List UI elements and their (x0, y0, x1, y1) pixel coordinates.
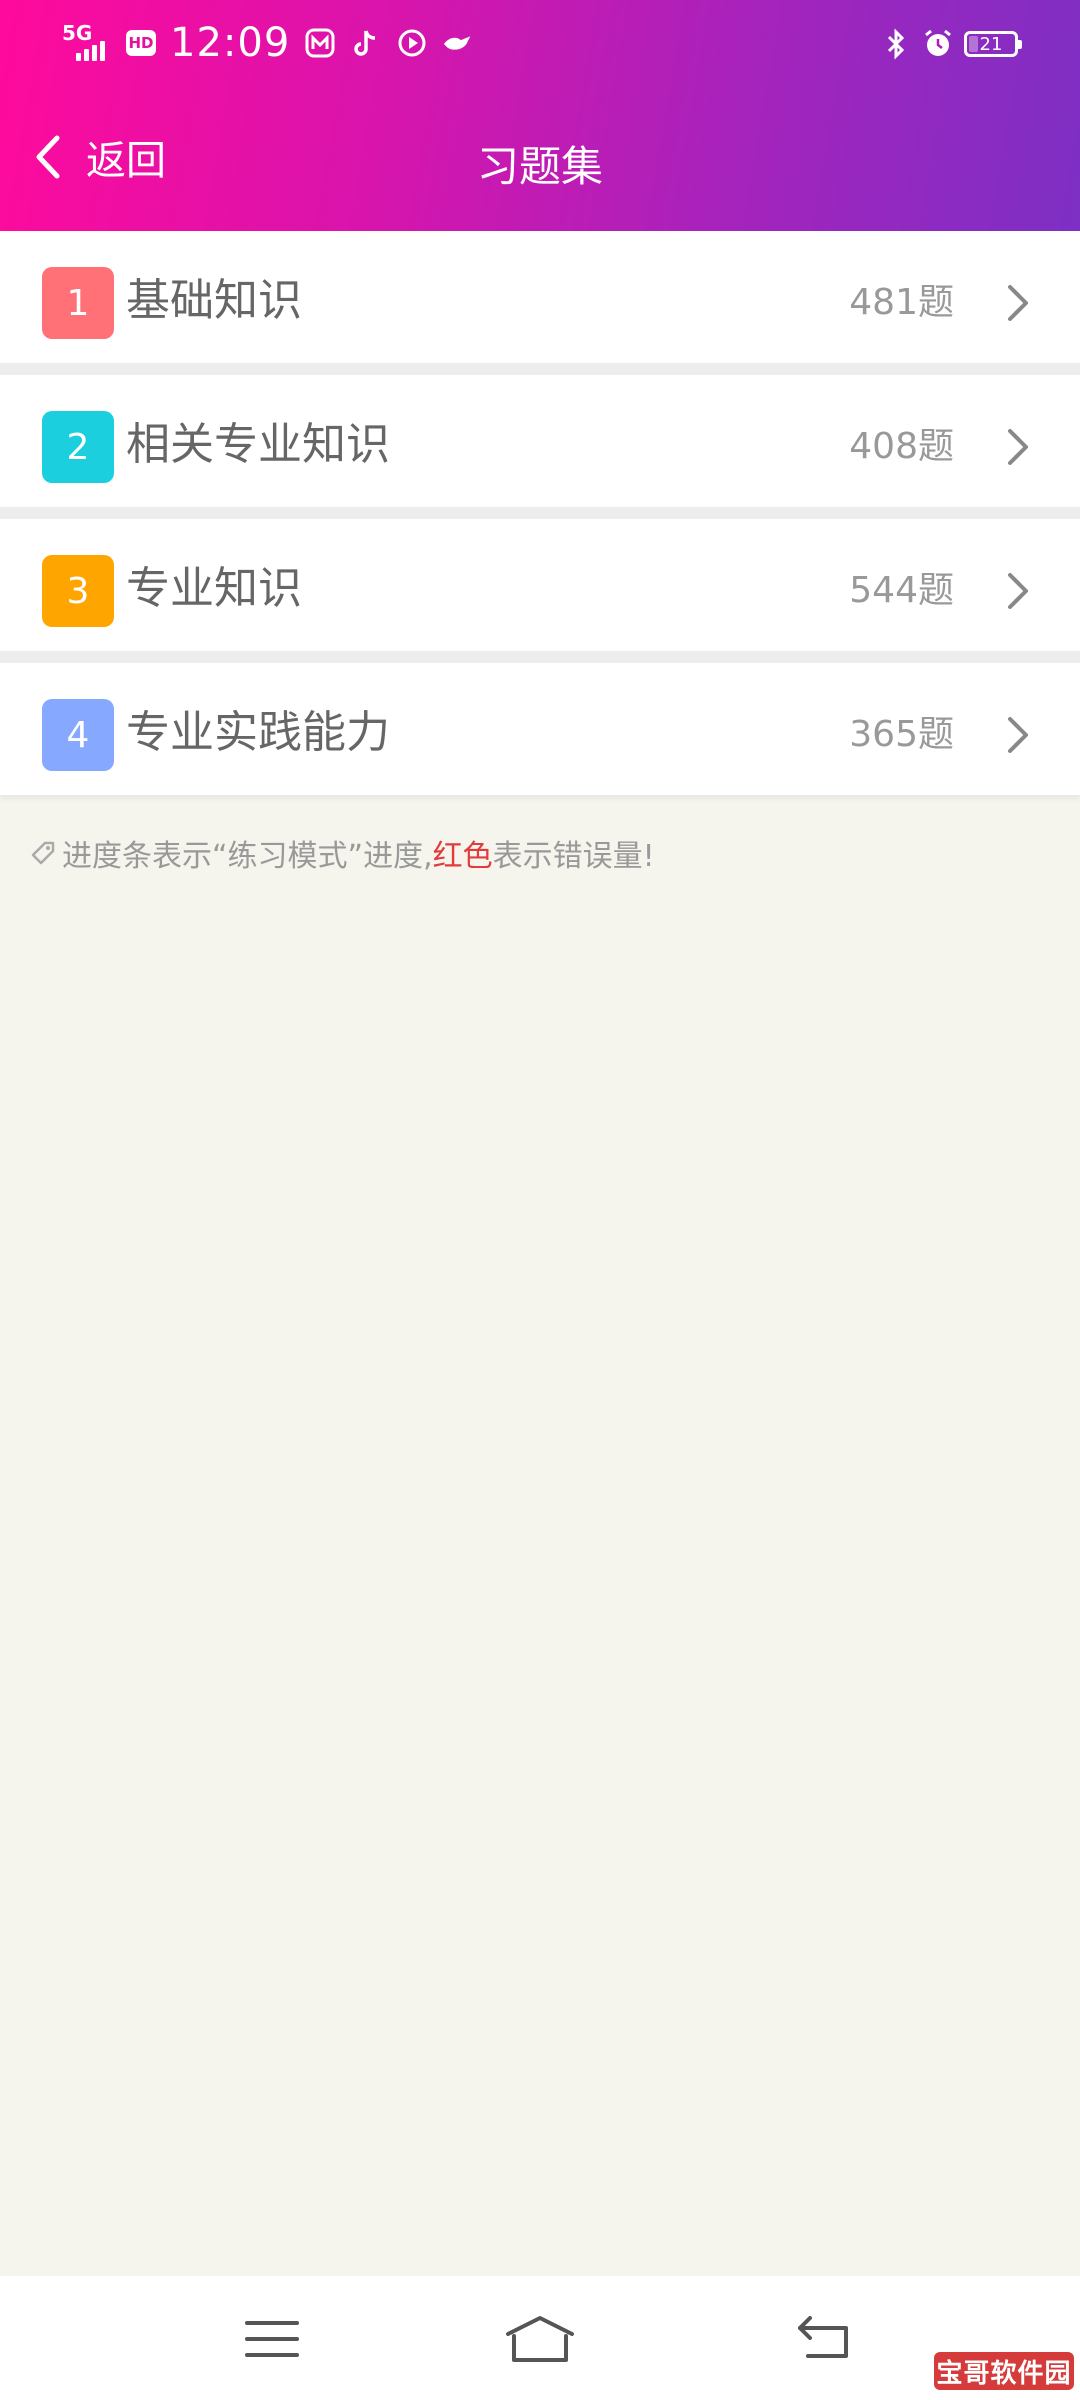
battery-level-text: 21 (979, 33, 1003, 55)
item-label: 基础知识 (126, 275, 302, 326)
clock: 12:09 (170, 20, 291, 66)
chevron-right-icon (998, 275, 1038, 331)
chevron-right-icon (998, 563, 1038, 619)
list-item[interactable]: 1 基础知识 481题 (0, 231, 1080, 375)
hint-suffix: 表示错误量! (492, 839, 655, 874)
item-label: 相关专业知识 (126, 419, 390, 470)
battery-icon: 21 (964, 31, 1022, 57)
status-bar: 5G HD 12:09 21 (0, 0, 1080, 86)
hd-icon: HD (126, 30, 156, 56)
status-left: 5G HD 12:09 (62, 18, 474, 68)
tag-icon (28, 838, 58, 868)
nav-bar: 返回 习题集 (0, 100, 1080, 215)
bird-icon (442, 27, 474, 59)
play-icon (396, 27, 428, 59)
item-label: 专业知识 (126, 563, 302, 614)
item-number-badge: 4 (42, 699, 114, 771)
header: 5G HD 12:09 21 返回 习题集 (0, 0, 1080, 231)
item-label: 专业实践能力 (126, 707, 390, 758)
item-number-badge: 1 (42, 267, 114, 339)
nav-home-button[interactable] (500, 2306, 580, 2376)
alarm-icon (922, 28, 954, 60)
list-item[interactable]: 2 相关专业知识 408题 (0, 375, 1080, 519)
chevron-right-icon (998, 707, 1038, 763)
list-item[interactable]: 4 专业实践能力 365题 (0, 663, 1080, 795)
item-number-badge: 3 (42, 555, 114, 627)
item-number-badge: 2 (42, 411, 114, 483)
status-right: 21 (880, 22, 1022, 66)
signal-icon: 5G (62, 21, 112, 63)
bluetooth-icon (880, 28, 912, 60)
menu-icon (245, 2317, 299, 2365)
chevron-right-icon (998, 419, 1038, 475)
watermark-logo: 宝哥软件园 (934, 2352, 1074, 2390)
back-icon (796, 2316, 852, 2366)
hint-red-text: 红色 (432, 839, 493, 874)
app-m-icon (304, 27, 336, 59)
item-count: 408题 (849, 426, 954, 467)
home-icon (504, 2314, 576, 2368)
tiktok-icon (350, 27, 382, 59)
system-nav-bar (0, 2276, 1080, 2400)
hint-prefix: 进度条表示“练习模式”进度, (62, 839, 433, 874)
progress-hint: 进度条表示“练习模式”进度, 红色 表示错误量! (28, 828, 655, 878)
nav-menu-button[interactable] (232, 2306, 312, 2376)
item-count: 365题 (849, 714, 954, 755)
list-item[interactable]: 3 专业知识 544题 (0, 519, 1080, 663)
nav-back-button[interactable] (784, 2306, 864, 2376)
item-count: 544题 (849, 570, 954, 611)
page-title: 习题集 (476, 142, 603, 191)
exercise-list: 1 基础知识 481题 2 相关专业知识 408题 3 专业知识 544题 4 … (0, 231, 1080, 795)
item-count: 481题 (849, 282, 954, 323)
